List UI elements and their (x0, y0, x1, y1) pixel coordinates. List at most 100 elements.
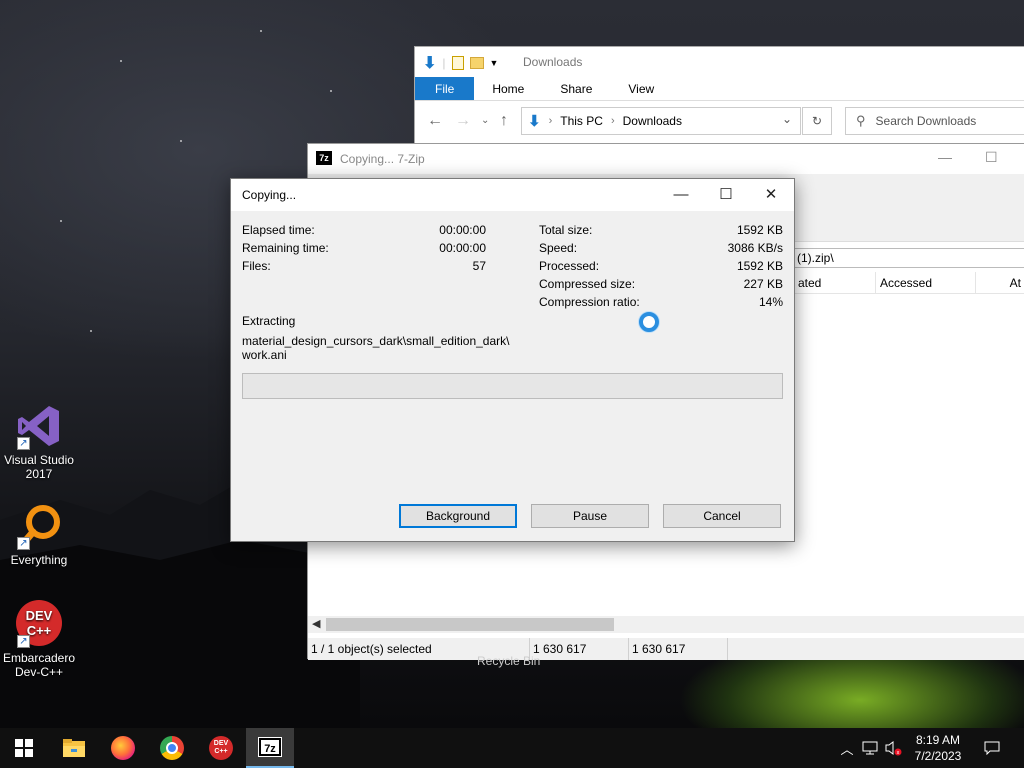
tab-file[interactable]: File (415, 77, 475, 100)
minimize-icon[interactable]: — (938, 149, 952, 165)
maximize-button[interactable]: ☐ (712, 185, 740, 205)
archive-path[interactable]: (1).zip\ (794, 248, 1024, 268)
taskbar-file-explorer[interactable] (50, 728, 98, 768)
file-list-header: ated Accessed At (794, 272, 1024, 294)
scroll-left-icon[interactable]: ◀ (312, 617, 320, 630)
files-value: 57 (472, 259, 486, 273)
system-clock[interactable]: 8:19 AM 7/2/2023 (905, 732, 971, 764)
explorer-navbar: ← → ⌄ ↑ ⬇ › This PC › Downloads ⌄ ↻ ⚲ Se… (415, 101, 1024, 141)
explorer-window[interactable]: ⬇ | ▼ Downloads File Home Share View ← →… (414, 46, 1024, 146)
up-arrow-icon[interactable]: ↑ (500, 112, 508, 130)
status-packed: 1 630 617 (629, 638, 728, 660)
recent-dropdown-icon[interactable]: ⌄ (481, 115, 489, 126)
file-explorer-icon (63, 739, 85, 757)
maximize-icon[interactable]: ☐ (985, 149, 998, 166)
remaining-time-label: Remaining time: (242, 241, 329, 255)
recycle-bin-label[interactable]: Recycle Bin (477, 654, 540, 668)
network-icon[interactable] (860, 728, 880, 768)
clock-time: 8:19 AM (915, 733, 961, 747)
taskbar-firefox[interactable] (99, 728, 147, 768)
desktop-icon-label: Everything (10, 553, 68, 567)
status-size: 1 630 617 (530, 638, 629, 660)
speed-value: 3086 KB/s (727, 241, 783, 255)
desktop-icon-visual-studio[interactable]: ↗ Visual Studio 2017 (0, 402, 78, 481)
properties-icon[interactable] (451, 56, 464, 70)
breadcrumb-this-pc[interactable]: This PC (560, 114, 603, 128)
everything-search-icon: ↗ (15, 502, 63, 550)
horizontal-scrollbar[interactable]: ◀ (308, 616, 1024, 633)
column-created[interactable]: ated (794, 272, 876, 293)
ribbon-tabs: File Home Share View (415, 77, 1024, 101)
notification-center-icon[interactable] (978, 728, 1006, 768)
search-icon: ⚲ (856, 113, 866, 128)
taskbar-7zip[interactable]: 7z (246, 728, 294, 768)
chevron-right-icon: › (548, 115, 553, 127)
desktop-icon-everything[interactable]: ↗ Everything (0, 502, 78, 567)
volume-muted-icon[interactable]: x (882, 728, 904, 768)
column-attributes[interactable]: At (976, 272, 1024, 293)
compression-ratio-label: Compression ratio: (539, 295, 640, 309)
total-size-value: 1592 KB (736, 223, 783, 237)
remaining-time-value: 00:00:00 (439, 241, 486, 255)
7zip-titlebar[interactable]: 7z Copying... 7-Zip — ☐ (308, 144, 1024, 174)
minimize-button[interactable]: — (667, 185, 695, 205)
tab-share[interactable]: Share (542, 77, 610, 100)
compression-ratio-value: 14% (758, 295, 783, 309)
7zip-icon: 7z (259, 738, 281, 756)
new-folder-icon[interactable] (469, 57, 484, 69)
windows-logo-icon (15, 739, 33, 757)
back-arrow-icon[interactable]: ← (427, 112, 443, 130)
status-empty (728, 638, 1024, 660)
qat-dropdown-icon[interactable]: ▼ (490, 58, 499, 68)
address-bar[interactable]: ⬇ › This PC › Downloads ⌄ (521, 107, 801, 135)
desktop-icon-label: Visual Studio 2017 (4, 453, 74, 481)
clock-date: 7/2/2023 (914, 749, 962, 763)
cancel-button[interactable]: Cancel (663, 504, 781, 528)
action-label: Extracting (242, 314, 296, 328)
download-arrow-icon[interactable]: ⬇ (423, 53, 436, 73)
taskbar-chrome[interactable] (148, 728, 196, 768)
tab-home[interactable]: Home (474, 77, 542, 100)
pause-button[interactable]: Pause (531, 504, 649, 528)
devcpp-icon: DEV C++ (209, 736, 233, 760)
processed-label: Processed: (539, 259, 600, 273)
breadcrumb-downloads[interactable]: Downloads (623, 114, 682, 128)
scrollbar-thumb[interactable] (326, 618, 614, 631)
progress-bar (242, 373, 783, 399)
chevron-right-icon: › (610, 115, 615, 127)
close-button[interactable]: ✕ (757, 185, 785, 205)
status-bar: 1 / 1 object(s) selected 1 630 617 1 630… (308, 638, 1024, 660)
visual-studio-icon: ↗ (15, 402, 63, 450)
column-accessed[interactable]: Accessed (876, 272, 976, 293)
refresh-button[interactable]: ↻ (802, 107, 832, 135)
chevron-down-icon[interactable]: ⌄ (782, 112, 792, 126)
7zip-title: Copying... 7-Zip (340, 152, 425, 166)
start-button[interactable] (0, 728, 48, 768)
tab-view[interactable]: View (610, 77, 672, 100)
dialog-title: Copying... (242, 188, 297, 202)
devcpp-icon: DEV C++ ↗ (15, 600, 63, 648)
explorer-titlebar[interactable]: ⬇ | ▼ Downloads (415, 47, 1024, 77)
desktop-icon-label: Embarcadero Dev-C++ (2, 651, 76, 679)
taskbar-devcpp[interactable]: DEV C++ (197, 728, 245, 768)
desktop-icon-devcpp[interactable]: DEV C++ ↗ Embarcadero Dev-C++ (0, 600, 78, 679)
svg-text:x: x (897, 750, 900, 756)
compressed-size-value: 227 KB (743, 277, 783, 291)
dialog-titlebar[interactable]: Copying... — ☐ ✕ (231, 179, 794, 211)
7zip-logo-icon: 7z (316, 151, 332, 165)
forward-arrow-icon[interactable]: → (455, 112, 471, 130)
show-hidden-icons-button[interactable]: ︿ (838, 728, 856, 768)
copying-dialog[interactable]: Copying... — ☐ ✕ Elapsed time: 00:00:00 … (230, 178, 795, 542)
compressed-size-label: Compressed size: (539, 277, 636, 291)
search-input[interactable]: ⚲ Search Downloads (845, 107, 1024, 135)
firefox-icon (111, 736, 135, 760)
background-button[interactable]: Background (399, 504, 517, 528)
elapsed-time-label: Elapsed time: (242, 223, 315, 237)
search-placeholder: Search Downloads (875, 114, 977, 128)
taskbar: DEV C++ 7z ︿ x 8:19 AM 7/2/2023 (0, 728, 1024, 768)
processed-value: 1592 KB (736, 259, 783, 273)
quick-access-toolbar: ⬇ | ▼ (423, 53, 499, 73)
chrome-icon (160, 736, 184, 760)
speed-label: Speed: (539, 241, 578, 255)
elapsed-time-value: 00:00:00 (439, 223, 486, 237)
